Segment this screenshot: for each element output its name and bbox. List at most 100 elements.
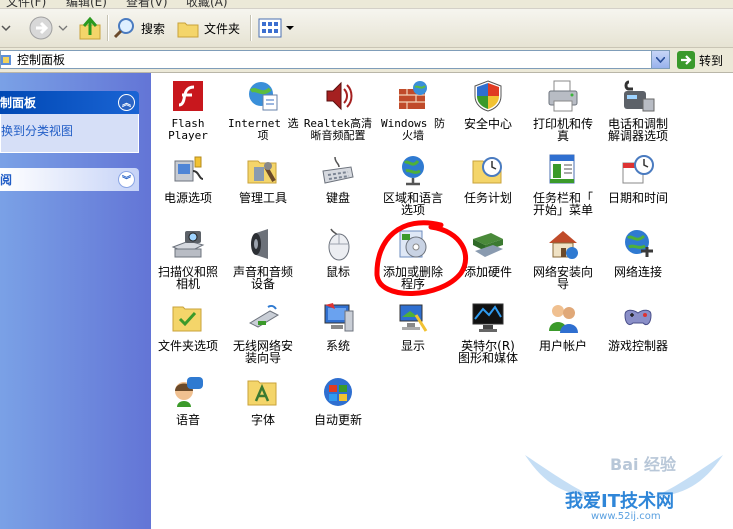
item-automatic-updates[interactable]: 自动更新: [303, 375, 373, 426]
go-arrow-icon: [677, 51, 695, 69]
menu-edit[interactable]: 编辑(E): [66, 0, 107, 8]
chevron-down-icon: [58, 25, 68, 31]
back-dropdown[interactable]: [0, 13, 12, 43]
item-folder-options[interactable]: 文件夹选项: [153, 301, 223, 352]
printer-icon: [548, 80, 578, 112]
panel-header[interactable]: 制面板 ︽: [0, 91, 139, 114]
up-folder-button[interactable]: [78, 13, 102, 43]
item-security-center[interactable]: 安全中心: [453, 79, 523, 130]
forward-button[interactable]: [28, 13, 68, 43]
globe-icon: [402, 156, 424, 186]
collapse-up-icon[interactable]: ︽: [118, 94, 135, 111]
item-speech[interactable]: 语音: [153, 375, 223, 426]
watermark: Bai 经验 我爱IT技术网 www.52ij.com: [515, 445, 733, 529]
admin-tools-icon: [247, 160, 277, 184]
phone-modem-icon: [624, 80, 655, 112]
item-network-setup-wizard[interactable]: 网络安装向 导: [528, 227, 598, 290]
folder-icon: [177, 22, 199, 38]
mouse-icon: [328, 228, 350, 261]
menu-file[interactable]: 文件(F): [6, 0, 46, 8]
add-hardware-icon: [473, 233, 503, 257]
chevron-down-icon: [1, 25, 11, 32]
item-printers-faxes[interactable]: 打印机和传 真: [528, 79, 598, 142]
folders-label: 文件夹: [204, 21, 241, 36]
address-value: 控制面板: [17, 53, 66, 67]
menu-bar: 文件(F) 编辑(E) 查看(V) 收藏(A): [0, 0, 733, 9]
user-accounts-icon: [549, 305, 578, 333]
item-sounds-audio[interactable]: 声音和音频 设备: [228, 227, 298, 290]
item-internet-options[interactable]: Internet 选 项: [228, 79, 299, 142]
address-field[interactable]: 控制面板: [0, 50, 670, 69]
control-panel-task-panel: 制面板 ︽ 换到分类视图: [0, 91, 139, 153]
network-connections-icon: [625, 230, 653, 257]
keyboard-icon: [322, 156, 354, 184]
fonts-folder-icon: [247, 380, 277, 406]
intel-graphics-icon: [472, 303, 504, 332]
network-setup-icon: [549, 231, 578, 259]
switch-to-category-view-link[interactable]: 换到分类视图: [1, 114, 138, 139]
folders-button[interactable]: 文件夹: [176, 13, 240, 43]
item-realtek-audio[interactable]: Realtek高清 晰音频配置: [303, 79, 373, 142]
scanner-camera-icon: [171, 231, 205, 258]
views-button[interactable]: [258, 13, 294, 43]
speech-icon: [175, 377, 203, 407]
gamepad-icon: [624, 309, 652, 326]
annotation-circle: [374, 220, 469, 296]
watermark-title: 我爱IT技术网: [565, 491, 674, 512]
item-user-accounts[interactable]: 用户帐户: [528, 301, 598, 352]
forward-arrow-icon: [29, 16, 53, 40]
search-button[interactable]: 搜索: [113, 13, 165, 43]
item-system[interactable]: 系统: [303, 301, 373, 352]
item-fonts[interactable]: 字体: [228, 375, 298, 426]
search-label: 搜索: [141, 21, 166, 36]
speaker-icon: [251, 229, 268, 259]
search-icon: [113, 18, 134, 39]
item-keyboard[interactable]: 键盘: [303, 153, 373, 204]
scheduled-tasks-icon: [472, 157, 502, 184]
realtek-audio-icon: [326, 81, 353, 111]
item-phone-modem[interactable]: 电话和调制 解调器选项: [603, 79, 673, 142]
item-scheduled-tasks[interactable]: 任务计划: [453, 153, 523, 204]
control-panel-small-icon: [1, 55, 11, 65]
clock-icon: [622, 155, 654, 184]
security-center-icon: [474, 80, 502, 112]
menu-view[interactable]: 查看(V): [126, 0, 168, 8]
panel-title: 阅: [0, 173, 13, 187]
item-wireless-network-wizard[interactable]: 无线网络安 装向导: [228, 301, 298, 364]
power-icon: [174, 156, 204, 182]
display-icon: [399, 304, 428, 332]
views-grid-icon: [258, 18, 282, 38]
folder-options-icon: [172, 306, 202, 332]
windows-update-icon: [324, 378, 352, 406]
wireless-setup-icon: [248, 304, 280, 328]
toolbar-separator: [250, 15, 252, 41]
item-scanners-cameras[interactable]: 扫描仪和照 相机: [153, 227, 223, 290]
item-date-time[interactable]: 日期和时间: [603, 153, 673, 204]
address-bar: 控制面板 转到: [0, 48, 733, 73]
panel-title: 制面板: [0, 96, 37, 110]
item-windows-firewall[interactable]: Windows 防 火墙: [378, 79, 448, 142]
up-folder-icon: [79, 16, 101, 40]
caret-down-icon: [286, 26, 294, 30]
item-regional-language[interactable]: 区域和语言 选项: [378, 153, 448, 216]
go-button[interactable]: 转到: [677, 50, 723, 70]
item-network-connections[interactable]: 网络连接: [603, 227, 673, 278]
item-game-controllers[interactable]: 游戏控制器: [603, 301, 673, 352]
system-icon: [324, 303, 354, 332]
task-pane: 制面板 ︽ 换到分类视图 阅 ︾: [0, 73, 151, 529]
item-admin-tools[interactable]: 管理工具: [228, 153, 298, 204]
go-label: 转到: [699, 53, 724, 68]
item-taskbar-start-menu[interactable]: 任务栏和「 开始」菜单: [528, 153, 598, 216]
address-dropdown-button[interactable]: [651, 51, 669, 68]
expand-down-icon[interactable]: ︾: [118, 171, 135, 188]
item-flash-player[interactable]: Flash Player: [153, 79, 223, 142]
panel-header[interactable]: 阅 ︾: [0, 168, 139, 191]
item-power-options[interactable]: 电源选项: [153, 153, 223, 204]
see-also-task-panel: 阅 ︾: [0, 168, 139, 191]
item-display[interactable]: 显示: [378, 301, 448, 352]
menu-favorites[interactable]: 收藏(A): [186, 0, 228, 8]
toolbar-separator: [107, 15, 109, 41]
item-intel-graphics[interactable]: 英特尔(R) 图形和媒体: [453, 301, 523, 364]
item-mouse[interactable]: 鼠标: [303, 227, 373, 278]
chevron-down-icon: [656, 56, 665, 63]
